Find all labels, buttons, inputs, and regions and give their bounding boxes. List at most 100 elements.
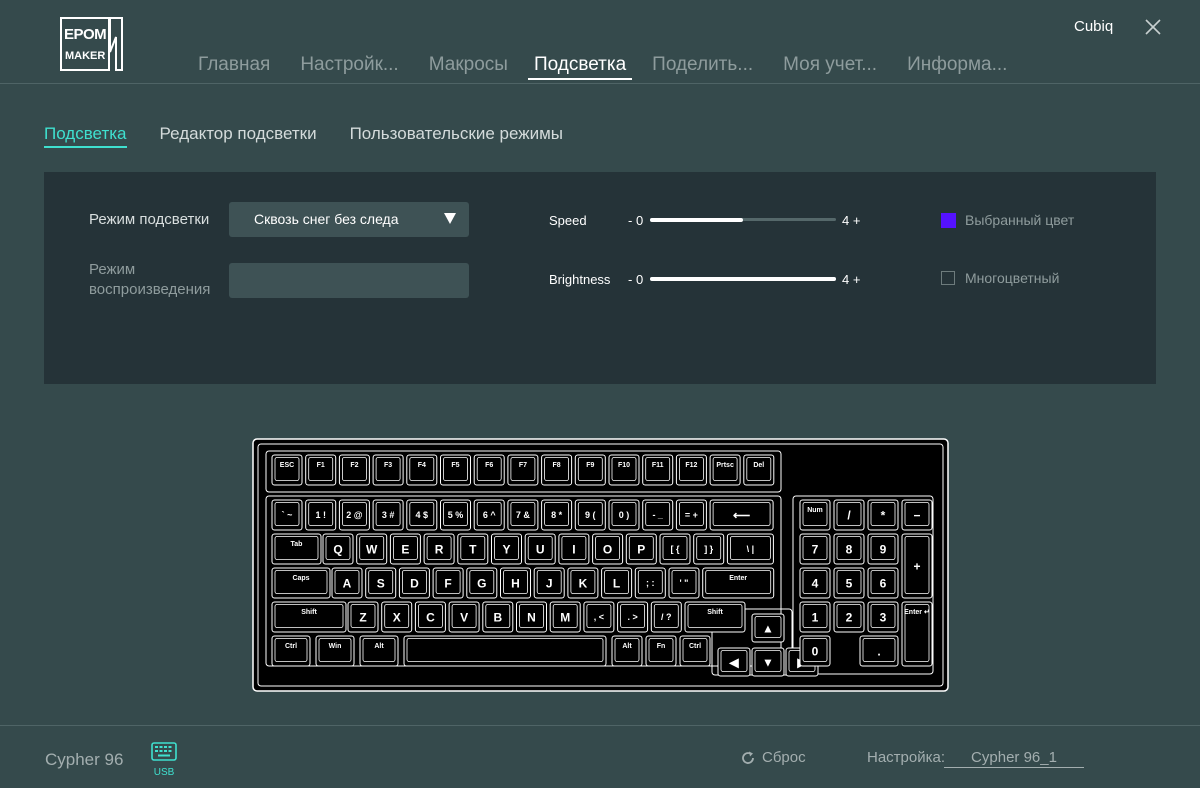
key-r3-4[interactable]: F — [432, 567, 464, 599]
key-r0-11[interactable]: F11 — [642, 454, 674, 486]
key-r0-5[interactable]: F5 — [440, 454, 471, 486]
subtab-custom-modes[interactable]: Пользовательские режимы — [350, 124, 563, 148]
key-r4-8[interactable]: , < — [583, 601, 615, 633]
key-ralt[interactable]: Alt — [611, 635, 643, 667]
key-r3-2[interactable]: S — [365, 567, 397, 599]
key-r3-9[interactable]: L — [601, 567, 633, 599]
key-r0-3[interactable]: F3 — [372, 454, 404, 486]
key-tab[interactable]: Tab — [271, 533, 322, 565]
key-r2-5[interactable]: T — [457, 533, 489, 565]
key-r4-4[interactable]: V — [448, 601, 480, 633]
key-lctrl[interactable]: Ctrl — [271, 635, 311, 667]
key-r4-5[interactable]: B — [482, 601, 514, 633]
key-r0-2[interactable]: F2 — [338, 454, 370, 486]
lighting-mode-select[interactable]: Сквозь снег без следа — [229, 202, 469, 237]
key-r1-8[interactable]: 8 * — [541, 499, 573, 531]
key-backspace[interactable]: ⟵ — [709, 499, 774, 531]
key-r0-1[interactable]: F1 — [305, 454, 337, 486]
key-r3-3[interactable]: D — [398, 567, 430, 599]
key-r1-5[interactable]: 5 % — [440, 499, 471, 531]
key-r0-4[interactable]: F4 — [406, 454, 438, 486]
key-r1-10[interactable]: 0 ) — [608, 499, 640, 531]
tab-settings[interactable]: Настройк... — [290, 52, 408, 78]
key-r1-12[interactable]: = + — [675, 499, 707, 531]
key-space[interactable] — [403, 635, 607, 667]
key-r1-1[interactable]: 1 ! — [305, 499, 337, 531]
key-np-minus[interactable]: − — [901, 499, 933, 531]
key-r2-8[interactable]: I — [558, 533, 590, 565]
key-lshift[interactable]: Shift — [271, 601, 347, 633]
key-r3-6[interactable]: H — [500, 567, 531, 599]
key-r3-10[interactable]: ; : — [634, 567, 666, 599]
key-enter[interactable]: Enter — [702, 567, 775, 599]
key-fn[interactable]: Fn — [645, 635, 677, 667]
brightness-slider[interactable] — [650, 276, 836, 281]
key-r0-7[interactable]: F7 — [507, 454, 539, 486]
key-r3-8[interactable]: K — [567, 567, 599, 599]
key-r0-9[interactable]: F9 — [574, 454, 606, 486]
multicolor-checkbox[interactable] — [941, 271, 955, 285]
key-r3-7[interactable]: J — [533, 567, 565, 599]
key-np8[interactable]: 8 — [833, 533, 865, 565]
key-np7[interactable]: 7 — [799, 533, 831, 565]
key-r2-9[interactable]: O — [592, 533, 624, 565]
key-r3-5[interactable]: G — [466, 567, 498, 599]
key-r0-6[interactable]: F6 — [473, 454, 505, 486]
key-np4[interactable]: 4 — [799, 567, 831, 599]
tab-account[interactable]: Моя учет... — [773, 52, 887, 78]
key-r0-13[interactable]: Prtsc — [709, 454, 741, 486]
key-r1-11[interactable]: - _ — [642, 499, 674, 531]
key-down[interactable]: ▼ — [751, 647, 785, 677]
key-rctrl[interactable]: Ctrl — [679, 635, 711, 667]
key-r2-1[interactable]: Q — [322, 533, 354, 565]
key-np-slash[interactable]: / — [833, 499, 865, 531]
key-np-star[interactable]: * — [867, 499, 899, 531]
key-r2-6[interactable]: Y — [491, 533, 522, 565]
key-lalt[interactable]: Alt — [359, 635, 399, 667]
tab-info[interactable]: Информа... — [897, 52, 1017, 78]
playback-mode-select[interactable] — [229, 263, 469, 298]
key-r0-12[interactable]: F12 — [675, 454, 707, 486]
tab-macros[interactable]: Макросы — [419, 52, 518, 78]
brightness-decrease-button[interactable]: - 0 — [628, 272, 643, 287]
key-np5[interactable]: 5 — [833, 567, 865, 599]
key-r2-4[interactable]: R — [423, 533, 455, 565]
brightness-increase-button[interactable]: 4 + — [842, 272, 860, 287]
key-np9[interactable]: 9 — [867, 533, 899, 565]
key-r4-1[interactable]: Z — [347, 601, 379, 633]
speed-slider[interactable] — [650, 217, 836, 222]
key-num[interactable]: Num — [799, 499, 831, 531]
key-r2-10[interactable]: P — [625, 533, 657, 565]
subtab-lighting-editor[interactable]: Редактор подсветки — [160, 124, 317, 148]
key-np6[interactable]: 6 — [867, 567, 899, 599]
speed-increase-button[interactable]: 4 + — [842, 213, 860, 228]
key-np0[interactable]: 0 — [799, 635, 831, 667]
subtab-lighting[interactable]: Подсветка — [44, 124, 127, 148]
key-np2[interactable]: 2 — [833, 601, 865, 633]
key-r2-7[interactable]: U — [524, 533, 556, 565]
key-r4-7[interactable]: M — [549, 601, 581, 633]
key-np3[interactable]: 3 — [867, 601, 899, 633]
key-np-dot[interactable]: . — [859, 635, 899, 667]
speed-decrease-button[interactable]: - 0 — [628, 213, 643, 228]
key-win[interactable]: Win — [315, 635, 355, 667]
key-r2-11[interactable]: [ { — [659, 533, 691, 565]
key-r1-0[interactable]: ` ~ — [271, 499, 303, 531]
tab-lighting[interactable]: Подсветка — [527, 52, 633, 80]
key-r0-0[interactable]: ESC — [271, 454, 303, 486]
key-caps[interactable]: Caps — [271, 567, 331, 599]
key-r0-8[interactable]: F8 — [541, 454, 573, 486]
key-np-enter[interactable]: Enter ↵ — [901, 601, 933, 667]
key-up[interactable]: ▲ — [751, 613, 785, 643]
selected-color-checkbox[interactable] — [941, 213, 956, 228]
key-np1[interactable]: 1 — [799, 601, 831, 633]
user-name[interactable]: Cubiq — [1074, 18, 1113, 35]
key-np-plus[interactable]: + — [901, 533, 933, 599]
key-r2-3[interactable]: E — [389, 533, 421, 565]
key-r0-10[interactable]: F10 — [608, 454, 640, 486]
key-r1-9[interactable]: 9 ( — [574, 499, 606, 531]
key-r4-3[interactable]: C — [414, 601, 446, 633]
close-icon[interactable] — [1142, 16, 1164, 38]
key-r1-4[interactable]: 4 $ — [406, 499, 438, 531]
key-r2-12[interactable]: ] } — [693, 533, 725, 565]
